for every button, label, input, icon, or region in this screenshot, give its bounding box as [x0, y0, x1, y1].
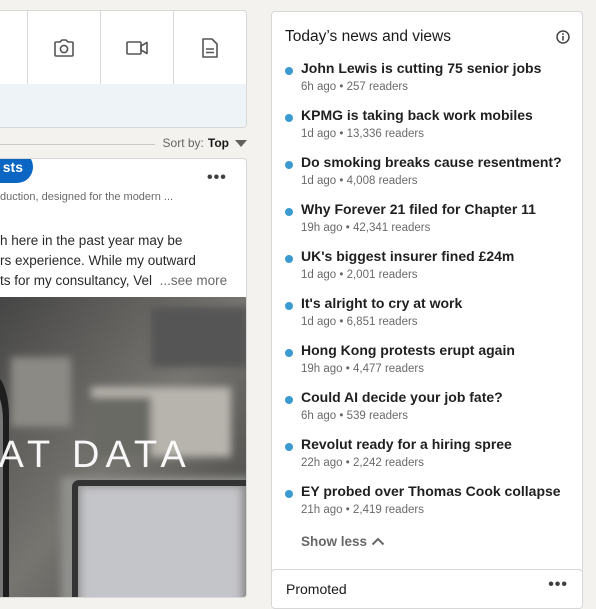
news-meta: 6h ago • 257 readers	[301, 81, 408, 93]
more-options-icon[interactable]: •••	[207, 169, 227, 187]
news-item[interactable]: KPMG is taking back work mobiles 1d ago …	[272, 107, 572, 147]
info-icon[interactable]	[556, 30, 570, 44]
news-meta: 6h ago • 539 readers	[301, 410, 408, 422]
show-less-label: Show less	[301, 534, 368, 549]
news-meta: 21h ago • 2,419 readers	[301, 504, 424, 516]
chevron-up-icon	[371, 537, 385, 546]
news-item[interactable]: Hong Kong protests erupt again 19h ago •…	[272, 342, 572, 382]
news-meta: 19h ago • 42,341 readers	[301, 222, 431, 234]
bullet-dot	[285, 208, 293, 216]
news-module: Today’s news and views John Lewis is cut…	[271, 11, 583, 577]
bullet-dot	[285, 490, 293, 498]
news-meta: 1d ago • 2,001 readers	[301, 269, 418, 281]
promoted-module: Promoted •••	[271, 569, 583, 609]
news-headline[interactable]: Do smoking breaks cause resentment?	[301, 154, 562, 170]
bullet-dot	[285, 443, 293, 451]
post-subtitle: duction, designed for the modern ...	[0, 191, 174, 203]
news-meta: 22h ago • 2,242 readers	[301, 457, 424, 469]
caret-down-icon	[235, 140, 247, 148]
bullet-dot	[285, 396, 293, 404]
show-less-button[interactable]: Show less	[301, 534, 385, 549]
post-image-overlay-text: HAT DATA	[0, 434, 192, 476]
feed-sort: Sort by: Top	[0, 136, 247, 152]
post-tag-pill[interactable]: sts	[0, 159, 33, 183]
feed-post: sts duction, designed for the modern ...…	[0, 158, 247, 598]
write-article-button[interactable]	[173, 11, 246, 84]
share-box-footer	[0, 84, 246, 127]
news-headline[interactable]: UK's biggest insurer fined £24m	[301, 248, 514, 264]
news-meta: 1d ago • 4,008 readers	[301, 175, 418, 187]
promoted-title: Promoted	[286, 581, 347, 597]
news-headline[interactable]: Hong Kong protests erupt again	[301, 342, 515, 358]
post-body-line: h here in the past year may be	[0, 233, 183, 248]
bullet-dot	[285, 349, 293, 357]
news-headline[interactable]: John Lewis is cutting 75 senior jobs	[301, 60, 541, 76]
news-item[interactable]: Revolut ready for a hiring spree 22h ago…	[272, 436, 572, 476]
news-item[interactable]: UK's biggest insurer fined £24m 1d ago •…	[272, 248, 572, 288]
add-video-button[interactable]	[100, 11, 173, 84]
share-box	[0, 10, 247, 128]
bullet-dot	[285, 161, 293, 169]
sort-label: Sort by:	[162, 136, 204, 150]
post-body: h here in the past year may be rs experi…	[0, 231, 236, 291]
bullet-dot	[285, 255, 293, 263]
news-headline[interactable]: Why Forever 21 filed for Chapter 11	[301, 201, 536, 217]
divider	[0, 144, 155, 145]
news-headline[interactable]: EY probed over Thomas Cook collapse	[301, 483, 561, 499]
share-box-toolbar	[0, 11, 246, 85]
post-body-line: rs experience. While my outward	[0, 253, 196, 268]
news-meta: 1d ago • 13,336 readers	[301, 128, 424, 140]
camera-icon	[54, 38, 74, 57]
bullet-dot	[285, 302, 293, 310]
document-icon	[202, 37, 218, 58]
news-meta: 19h ago • 4,477 readers	[301, 363, 424, 375]
add-photo-button[interactable]	[27, 11, 100, 84]
news-item[interactable]: It's alright to cry at work 1d ago • 6,8…	[272, 295, 572, 335]
news-item[interactable]: Do smoking breaks cause resentment? 1d a…	[272, 154, 572, 194]
news-item[interactable]: EY probed over Thomas Cook collapse 21h …	[272, 483, 572, 523]
news-headline[interactable]: It's alright to cry at work	[301, 295, 462, 311]
news-headline[interactable]: KPMG is taking back work mobiles	[301, 107, 533, 123]
news-item[interactable]: John Lewis is cutting 75 senior jobs 6h …	[272, 60, 572, 100]
post-image[interactable]: HAT DATA	[0, 297, 246, 597]
sort-dropdown[interactable]: Sort by: Top	[163, 136, 247, 150]
more-options-icon[interactable]: •••	[548, 576, 568, 594]
bullet-dot	[285, 114, 293, 122]
news-meta: 1d ago • 6,851 readers	[301, 316, 418, 328]
bullet-dot	[285, 67, 293, 75]
news-title: Today’s news and views	[285, 28, 451, 45]
news-item[interactable]: Could AI decide your job fate? 6h ago • …	[272, 389, 572, 429]
video-icon	[126, 40, 148, 55]
news-item[interactable]: Why Forever 21 filed for Chapter 11 19h …	[272, 201, 572, 241]
news-headline[interactable]: Revolut ready for a hiring spree	[301, 436, 512, 452]
news-headline[interactable]: Could AI decide your job fate?	[301, 389, 503, 405]
post-body-line: ts for my consultancy, Vel	[0, 273, 153, 288]
sort-value: Top	[207, 136, 229, 150]
see-more-link[interactable]: ...see more	[160, 273, 228, 288]
